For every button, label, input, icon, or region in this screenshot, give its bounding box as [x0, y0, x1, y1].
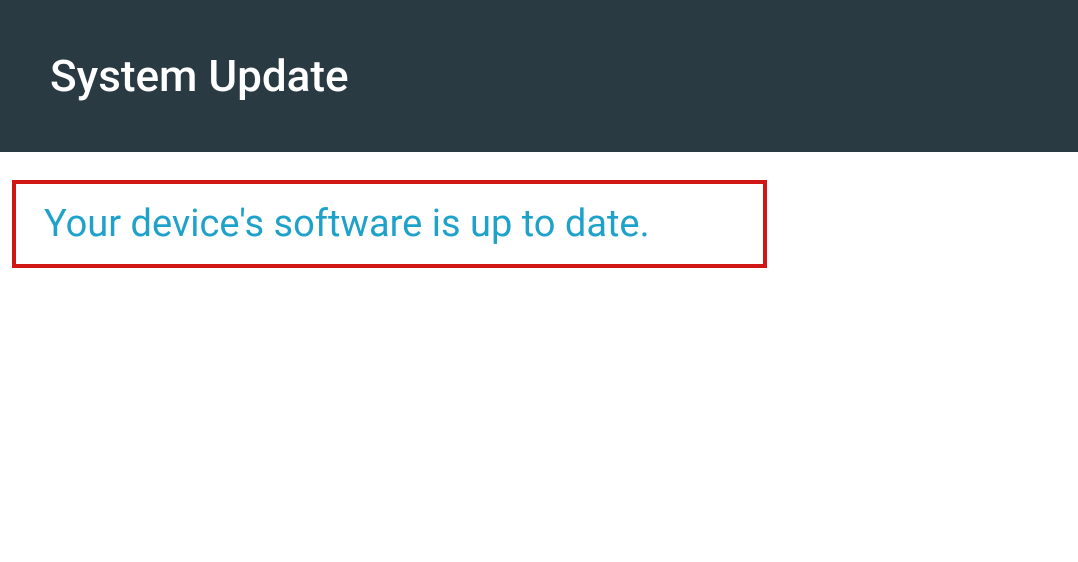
- page-title: System Update: [50, 50, 349, 102]
- main-content: Your device's software is up to date.: [0, 152, 1078, 296]
- status-highlight-box: Your device's software is up to date.: [12, 180, 767, 268]
- update-status-message: Your device's software is up to date.: [44, 202, 735, 246]
- app-header: System Update: [0, 0, 1078, 152]
